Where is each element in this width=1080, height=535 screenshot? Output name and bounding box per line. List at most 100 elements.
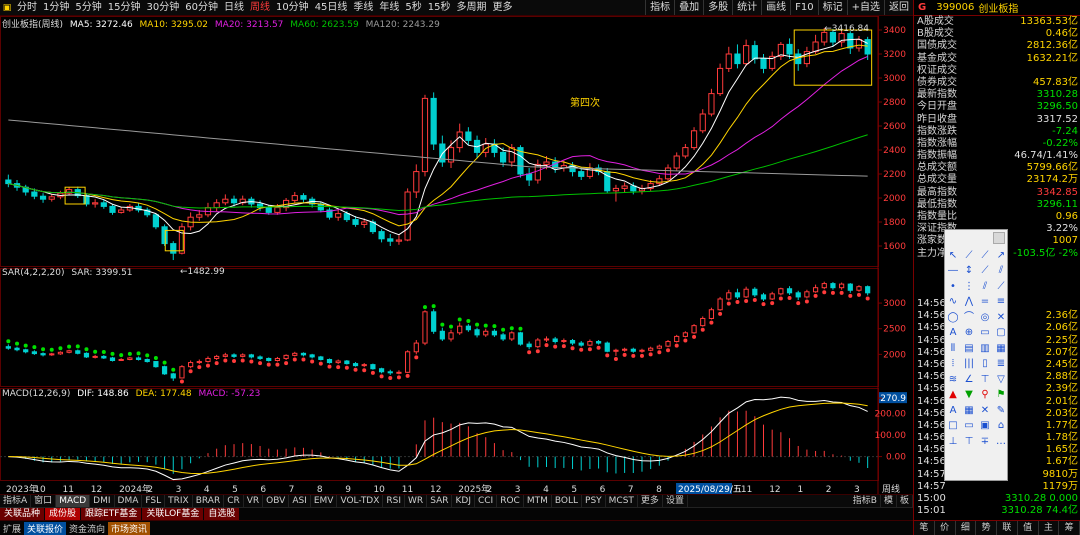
indicator-tab-0[interactable]: 指标A (0, 495, 32, 507)
palette-close-button[interactable] (993, 232, 1005, 244)
indicator-tab-4[interactable]: DMA (115, 495, 143, 507)
fib-icon[interactable]: ≡ (993, 295, 1009, 311)
sector-tab-1[interactable]: 成份股 (45, 508, 81, 520)
tool-8[interactable]: 返回 (884, 0, 913, 15)
indicator-tab-23[interactable]: MCST (606, 495, 638, 507)
panel-tab-1[interactable]: 价 (935, 521, 956, 535)
arrow-icon[interactable]: ↗ (993, 248, 1009, 264)
indicator-tab-20[interactable]: MTM (524, 495, 552, 507)
vgrid-icon[interactable]: ⋮ (961, 279, 977, 295)
status-item-2[interactable]: 资金流向 (66, 522, 108, 535)
channel-icon[interactable]: ⫽ (977, 279, 993, 295)
line-icon[interactable]: ⟋ (961, 248, 977, 264)
panel-tab-5[interactable]: 值 (1018, 521, 1039, 535)
memo-icon[interactable]: □ (945, 419, 961, 435)
uparrow-icon[interactable]: ▲ (945, 388, 961, 404)
panel-tab-4[interactable]: 联 (997, 521, 1018, 535)
triangle-icon[interactable]: ▽ (993, 372, 1009, 388)
segment-icon[interactable]: ⟋ (977, 264, 993, 280)
eq-icon[interactable]: = (977, 295, 993, 311)
mark-icon[interactable]: ⚲ (977, 388, 993, 404)
indicator-tab-10[interactable]: OBV (263, 495, 290, 507)
textA-icon[interactable]: A (945, 403, 961, 419)
indicator-tab-21[interactable]: BOLL (552, 495, 583, 507)
timeframe-8[interactable]: 10分钟 (273, 0, 312, 15)
timeframe-1[interactable]: 1分钟 (40, 0, 72, 15)
indicator-tab-6[interactable]: TRIX (165, 495, 193, 507)
panel-tab-2[interactable]: 细 (956, 521, 977, 535)
sector-tab-2[interactable]: 跟踪ETF基金 (81, 508, 142, 520)
mountain-icon[interactable]: ⋀ (961, 295, 977, 311)
sector-tab-3[interactable]: 关联LOF基金 (142, 508, 204, 520)
cycle-icon[interactable]: ⊕ (961, 326, 977, 342)
indicator-right-tab-2[interactable]: 板 (897, 495, 913, 507)
indicator-tab-14[interactable]: RSI (383, 495, 406, 507)
wave-icon[interactable]: ∿ (945, 295, 961, 311)
indicator-tab-24[interactable]: 更多 (638, 495, 663, 507)
timeframe-13[interactable]: 15秒 (425, 0, 454, 15)
box-icon[interactable]: ▭ (977, 326, 993, 342)
vline-icon[interactable]: ↕ (961, 264, 977, 280)
indicator-tab-3[interactable]: DMI (90, 495, 115, 507)
indicator-tab-22[interactable]: PSY (582, 495, 606, 507)
timeframe-3[interactable]: 15分钟 (105, 0, 144, 15)
status-item-3[interactable]: 市场资讯 (108, 521, 151, 535)
tool-0[interactable]: 指标 (645, 0, 674, 15)
indicator-tab-25[interactable]: 设置 (663, 495, 688, 507)
timeframe-0[interactable]: 分时 (14, 0, 40, 15)
panel-tab-0[interactable]: 笔 (914, 521, 935, 535)
ratio-icon[interactable]: ▤ (961, 341, 977, 357)
updown-icon[interactable]: ⊥ (945, 434, 961, 450)
panel-tab-6[interactable]: 主 (1039, 521, 1060, 535)
sector-tab-0[interactable]: 关联品种 (0, 508, 45, 520)
indicator-tab-16[interactable]: SAR (427, 495, 453, 507)
note-icon[interactable]: ▣ (977, 419, 993, 435)
timeframe-14[interactable]: 多周期 (454, 0, 490, 15)
indicator-right-tab-0[interactable]: 指标B (850, 495, 881, 507)
time-icon[interactable]: ||| (961, 357, 977, 373)
tool-1[interactable]: 叠加 (674, 0, 703, 15)
tool-6[interactable]: 标记 (817, 0, 847, 15)
tool-3[interactable]: 统计 (732, 0, 761, 15)
chart-area[interactable]: 3400 3200 3000 2800 2600 2400 2200 2000 1800 1600… (0, 16, 913, 494)
delete-icon[interactable]: ✕ (977, 403, 993, 419)
hat-icon[interactable]: ⌂ (993, 419, 1009, 435)
panel-tab-7[interactable]: 筹 (1059, 521, 1080, 535)
text-icon[interactable]: A (945, 326, 961, 342)
timeframe-9[interactable]: 45日线 (312, 0, 351, 15)
copy-icon[interactable]: ▦ (961, 403, 977, 419)
timeframe-6[interactable]: 日线 (221, 0, 247, 15)
indicator-tab-17[interactable]: KDJ (452, 495, 475, 507)
indicator-tab-2[interactable]: MACD (56, 495, 91, 507)
indicator-tab-7[interactable]: BRAR (193, 495, 225, 507)
status-item-0[interactable]: 扩展 (0, 522, 24, 535)
point-icon[interactable]: • (945, 279, 961, 295)
rect-icon[interactable]: ▭ (961, 419, 977, 435)
status-item-1[interactable]: 关联报价 (24, 521, 67, 535)
fan-icon[interactable]: ⟋ (993, 279, 1009, 295)
timeframe-11[interactable]: 年线 (376, 0, 402, 15)
ray-icon[interactable]: ⟋ (977, 248, 993, 264)
indicator-tab-11[interactable]: ASI (289, 495, 311, 507)
resist-icon[interactable]: ⊤ (977, 372, 993, 388)
speed-icon[interactable]: ≋ (945, 372, 961, 388)
indicator-tab-15[interactable]: WR (405, 495, 428, 507)
indicator-tab-1[interactable]: 窗口 (31, 495, 57, 507)
range-icon[interactable]: ▯ (977, 357, 993, 373)
indicator-tab-8[interactable]: CR (224, 495, 244, 507)
period-icon[interactable]: ⦙ (945, 357, 961, 373)
indicator-right-tab-1[interactable]: 模 (881, 495, 897, 507)
scale-icon[interactable]: ∓ (977, 434, 993, 450)
cursor-icon[interactable]: ↖ (945, 248, 961, 264)
edit-icon[interactable]: ✎ (993, 403, 1009, 419)
more-icon[interactable]: … (993, 434, 1009, 450)
indicator-tab-18[interactable]: CCI (475, 495, 498, 507)
downarrow-icon[interactable]: ▼ (961, 388, 977, 404)
timeframe-15[interactable]: 更多 (490, 0, 516, 15)
arc-icon[interactable]: ⌒ (961, 310, 977, 326)
sector-tab-4[interactable]: 自选股 (204, 508, 240, 520)
indicator-tab-9[interactable]: VR (244, 495, 264, 507)
indicator-tab-19[interactable]: ROC (497, 495, 524, 507)
timeframe-5[interactable]: 60分钟 (182, 0, 221, 15)
circle-icon[interactable]: ◯ (945, 310, 961, 326)
